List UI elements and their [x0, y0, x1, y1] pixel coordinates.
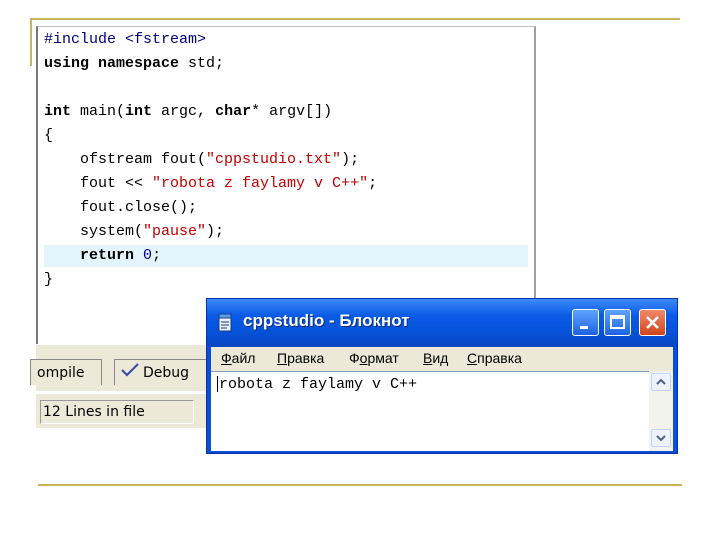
text-caret [217, 376, 218, 393]
code-line-5: { [44, 127, 54, 144]
notepad-window[interactable]: cppstudio - Блокнот Файл Правка Формат В… [206, 298, 678, 454]
menu-format[interactable]: Формат [349, 348, 399, 368]
notepad-menubar: Файл Правка Формат Вид Справка [211, 347, 673, 369]
code-line-8: fout.close(); [44, 199, 198, 216]
maximize-button[interactable] [604, 309, 631, 336]
notepad-titlebar[interactable]: cppstudio - Блокнот [207, 299, 677, 347]
maximize-icon [610, 315, 625, 329]
code-line-1: #include <fstream> [44, 31, 207, 48]
menu-file[interactable]: Файл [221, 348, 255, 368]
ide-status-bar: 12 Lines in file [36, 392, 208, 428]
tab-debug[interactable]: Debug [114, 359, 208, 385]
ide-bottom-tabs: ompile Log Debug [30, 344, 208, 407]
menu-view[interactable]: Вид [423, 348, 448, 368]
notepad-text-area[interactable]: robota z faylamy v C++ [211, 371, 649, 451]
notepad-content: robota z faylamy v C++ [217, 374, 417, 396]
slide-accent-line-bottom [38, 484, 682, 486]
notepad-body: Файл Правка Формат Вид Справка robota z … [211, 347, 673, 451]
close-icon [646, 316, 659, 329]
minimize-button[interactable] [572, 309, 599, 336]
chevron-up-icon [656, 378, 666, 385]
line-count-status: 12 Lines in file [40, 400, 194, 424]
slide-accent-line-top [32, 18, 680, 20]
vertical-scrollbar[interactable] [649, 371, 673, 451]
code-line-4: int main(int argc, char* argv[]) [44, 103, 333, 120]
tab-compile-log[interactable]: ompile Log [30, 359, 102, 407]
check-icon [121, 360, 139, 386]
chevron-down-icon [656, 435, 666, 442]
code-line-2: using namespace std; [44, 55, 225, 72]
code-line-10-highlighted: return 0; [44, 245, 528, 267]
code-line-6: ofstream fout("cppstudio.txt"); [44, 151, 360, 168]
close-button[interactable] [639, 309, 666, 336]
scroll-down-button[interactable] [651, 429, 671, 447]
notepad-title: cppstudio - Блокнот [243, 311, 410, 330]
notepad-content-text: robota z faylamy v C++ [219, 376, 418, 393]
scroll-up-button[interactable] [651, 373, 671, 391]
notepad-app-icon [218, 313, 232, 332]
slide-accent-line-vertical [30, 18, 32, 66]
menu-help[interactable]: Справка [467, 348, 522, 368]
menu-edit[interactable]: Правка [277, 348, 324, 368]
tab-debug-label: Debug [143, 365, 190, 381]
code-line-11: } [44, 271, 54, 288]
code-line-9: system("pause"); [44, 223, 225, 240]
code-line-7: fout << "robota z faylamy v C++"; [44, 175, 378, 192]
minimize-icon [580, 326, 588, 329]
